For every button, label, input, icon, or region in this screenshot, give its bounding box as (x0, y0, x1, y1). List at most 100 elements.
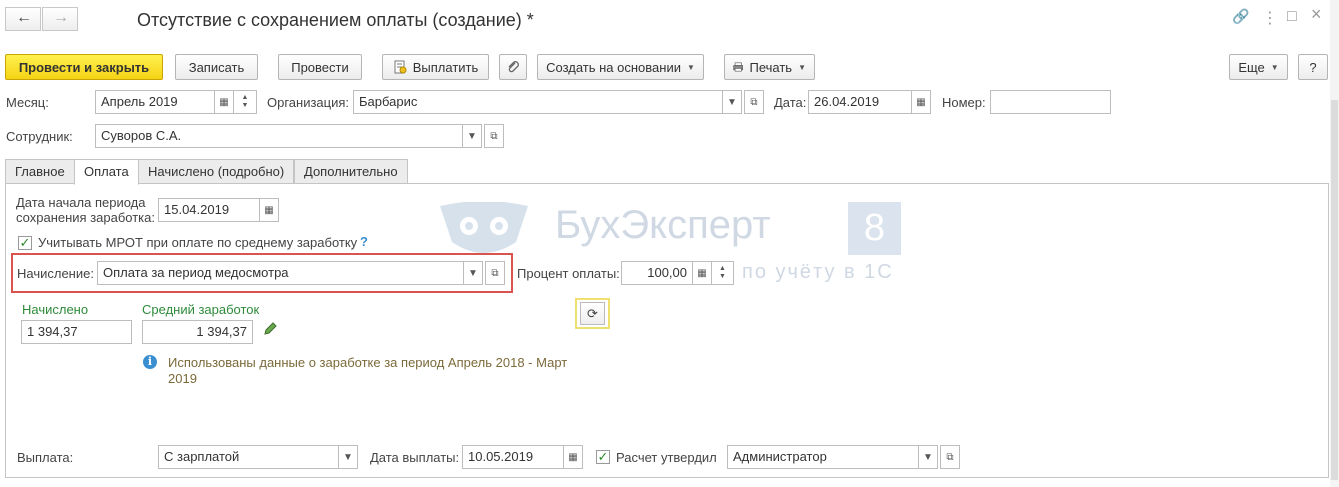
accrual-field[interactable]: Оплата за период медосмотра (97, 261, 464, 285)
number-field[interactable] (990, 90, 1111, 114)
chevron-down-icon: ▼ (686, 62, 695, 72)
mrot-checkbox[interactable]: ✓ (18, 236, 32, 250)
checkmark-icon: ✓ (19, 235, 31, 250)
print-label: Печать (749, 59, 793, 75)
more-button[interactable]: Еще ▼ (1229, 54, 1288, 80)
chevron-down-icon: ▼ (923, 451, 933, 463)
maximize-icon[interactable]: □ (1287, 8, 1297, 26)
open-form-icon: ⧉ (490, 130, 498, 142)
printer-icon (733, 62, 744, 72)
checkmark-icon: ✓ (597, 449, 609, 464)
tab-main[interactable]: Главное (5, 159, 75, 184)
organization-open-button[interactable]: ⧉ (744, 90, 764, 114)
accrued-field[interactable]: 1 394,37 (21, 320, 132, 344)
spin-down-icon: ▼ (719, 273, 726, 280)
info-icon: i (143, 355, 157, 369)
calendar-button[interactable]: ▦ (214, 90, 234, 114)
mrot-help-link[interactable]: ? (360, 234, 368, 249)
accrual-open-button[interactable]: ⧉ (485, 261, 505, 285)
organization-field[interactable]: Барбарис (353, 90, 723, 114)
post-and-close-button[interactable]: Провести и закрыть (5, 54, 163, 80)
open-form-icon: ⧉ (946, 451, 954, 463)
more-label: Еще (1238, 59, 1265, 75)
period-start-label-line2: сохранения заработка: (16, 210, 156, 225)
approved-by-open-button[interactable]: ⧉ (940, 445, 960, 469)
document-icon (394, 60, 407, 74)
calendar-icon: ▦ (264, 204, 274, 216)
post-button[interactable]: Провести (278, 54, 362, 80)
month-label: Месяц: (6, 95, 49, 110)
approved-by-dropdown-button[interactable]: ▼ (918, 445, 938, 469)
date-field[interactable]: 26.04.2019 (808, 90, 912, 114)
accrual-label: Начисление: (17, 266, 94, 281)
attach-button[interactable] (499, 54, 527, 80)
percent-field[interactable]: 100,00 (621, 261, 693, 285)
forward-button[interactable]: → (42, 7, 78, 31)
info-message-line2: 2019 (168, 371, 197, 386)
employee-label: Сотрудник: (6, 129, 73, 144)
approved-label: Расчет утвердил (616, 450, 717, 465)
organization-dropdown-button[interactable]: ▼ (722, 90, 742, 114)
tab-payment[interactable]: Оплата (74, 159, 139, 185)
help-label: ? (1309, 59, 1317, 75)
pencil-icon[interactable] (262, 321, 278, 337)
paperclip-icon (508, 61, 519, 73)
open-form-icon: ⧉ (750, 96, 758, 108)
tab-accrued-detailed[interactable]: Начислено (подробно) (138, 159, 295, 184)
pay-button[interactable]: Выплатить (382, 54, 489, 80)
link-icon[interactable]: 🔗 (1232, 8, 1249, 25)
payout-dropdown-button[interactable]: ▼ (338, 445, 358, 469)
help-button[interactable]: ? (1298, 54, 1328, 80)
percent-spin-button[interactable]: ▲ ▼ (711, 261, 734, 285)
payout-date-field[interactable]: 10.05.2019 (462, 445, 564, 469)
forward-arrow-icon: → (53, 9, 69, 26)
number-label: Номер: (942, 95, 986, 110)
date-calendar-button[interactable]: ▦ (911, 90, 931, 114)
calendar-icon: ▦ (916, 96, 926, 108)
create-based-on-button[interactable]: Создать на основании ▼ (537, 54, 704, 80)
month-spin-button[interactable]: ▲ ▼ (233, 90, 257, 114)
approved-by-field[interactable]: Администратор (727, 445, 919, 469)
employee-dropdown-button[interactable]: ▼ (462, 124, 482, 148)
average-earnings-label: Средний заработок (142, 302, 260, 317)
percent-label: Процент оплаты: (517, 266, 620, 281)
payout-field[interactable]: С зарплатой (158, 445, 339, 469)
employee-open-button[interactable]: ⧉ (484, 124, 504, 148)
accrual-dropdown-button[interactable]: ▼ (463, 261, 483, 285)
period-start-label: Дата начала периода сохранения заработка… (16, 195, 155, 225)
more-vertical-icon[interactable]: ⋮ (1262, 8, 1278, 28)
pay-label: Выплатить (412, 59, 479, 75)
tab-additional[interactable]: Дополнительно (294, 159, 408, 184)
accrued-label: Начислено (22, 302, 89, 317)
chevron-down-icon: ▼ (468, 267, 478, 279)
period-start-label-line1: Дата начала периода (16, 195, 146, 210)
save-button[interactable]: Записать (175, 54, 258, 80)
spin-up-icon: ▲ (241, 94, 249, 101)
period-start-field[interactable]: 15.04.2019 (158, 198, 260, 222)
post-label: Провести (291, 59, 349, 75)
close-icon[interactable]: × (1311, 4, 1322, 25)
percent-calculator-button[interactable]: ▦ (692, 261, 712, 285)
spin-down-icon: ▼ (241, 102, 249, 109)
save-label: Записать (188, 59, 245, 75)
chevron-down-icon: ▼ (1270, 62, 1279, 72)
refresh-icon: ⟳ (580, 302, 605, 325)
payout-label: Выплата: (17, 450, 74, 465)
mrot-label: Учитывать МРОТ при оплате по среднему за… (38, 235, 358, 250)
create-based-on-label: Создать на основании (546, 59, 681, 75)
payout-date-label: Дата выплаты: (370, 450, 460, 465)
employee-field[interactable]: Суворов С.А. (95, 124, 463, 148)
payout-date-calendar-button[interactable]: ▦ (563, 445, 583, 469)
average-earnings-field[interactable]: 1 394,37 (142, 320, 253, 344)
refresh-button[interactable]: ⟳ (575, 298, 610, 329)
period-start-calendar-button[interactable]: ▦ (259, 198, 279, 222)
back-button[interactable]: ← (5, 7, 41, 31)
vertical-scrollbar[interactable] (1330, 0, 1339, 487)
approved-checkbox[interactable]: ✓ (596, 450, 610, 464)
info-message-line1: Использованы данные о заработке за перио… (168, 355, 568, 370)
print-button[interactable]: Печать ▼ (724, 54, 815, 80)
scrollbar-thumb[interactable] (1331, 100, 1338, 480)
month-field[interactable]: Апрель 2019 (95, 90, 215, 114)
calendar-icon: ▦ (568, 451, 578, 463)
post-and-close-label: Провести и закрыть (18, 59, 150, 75)
